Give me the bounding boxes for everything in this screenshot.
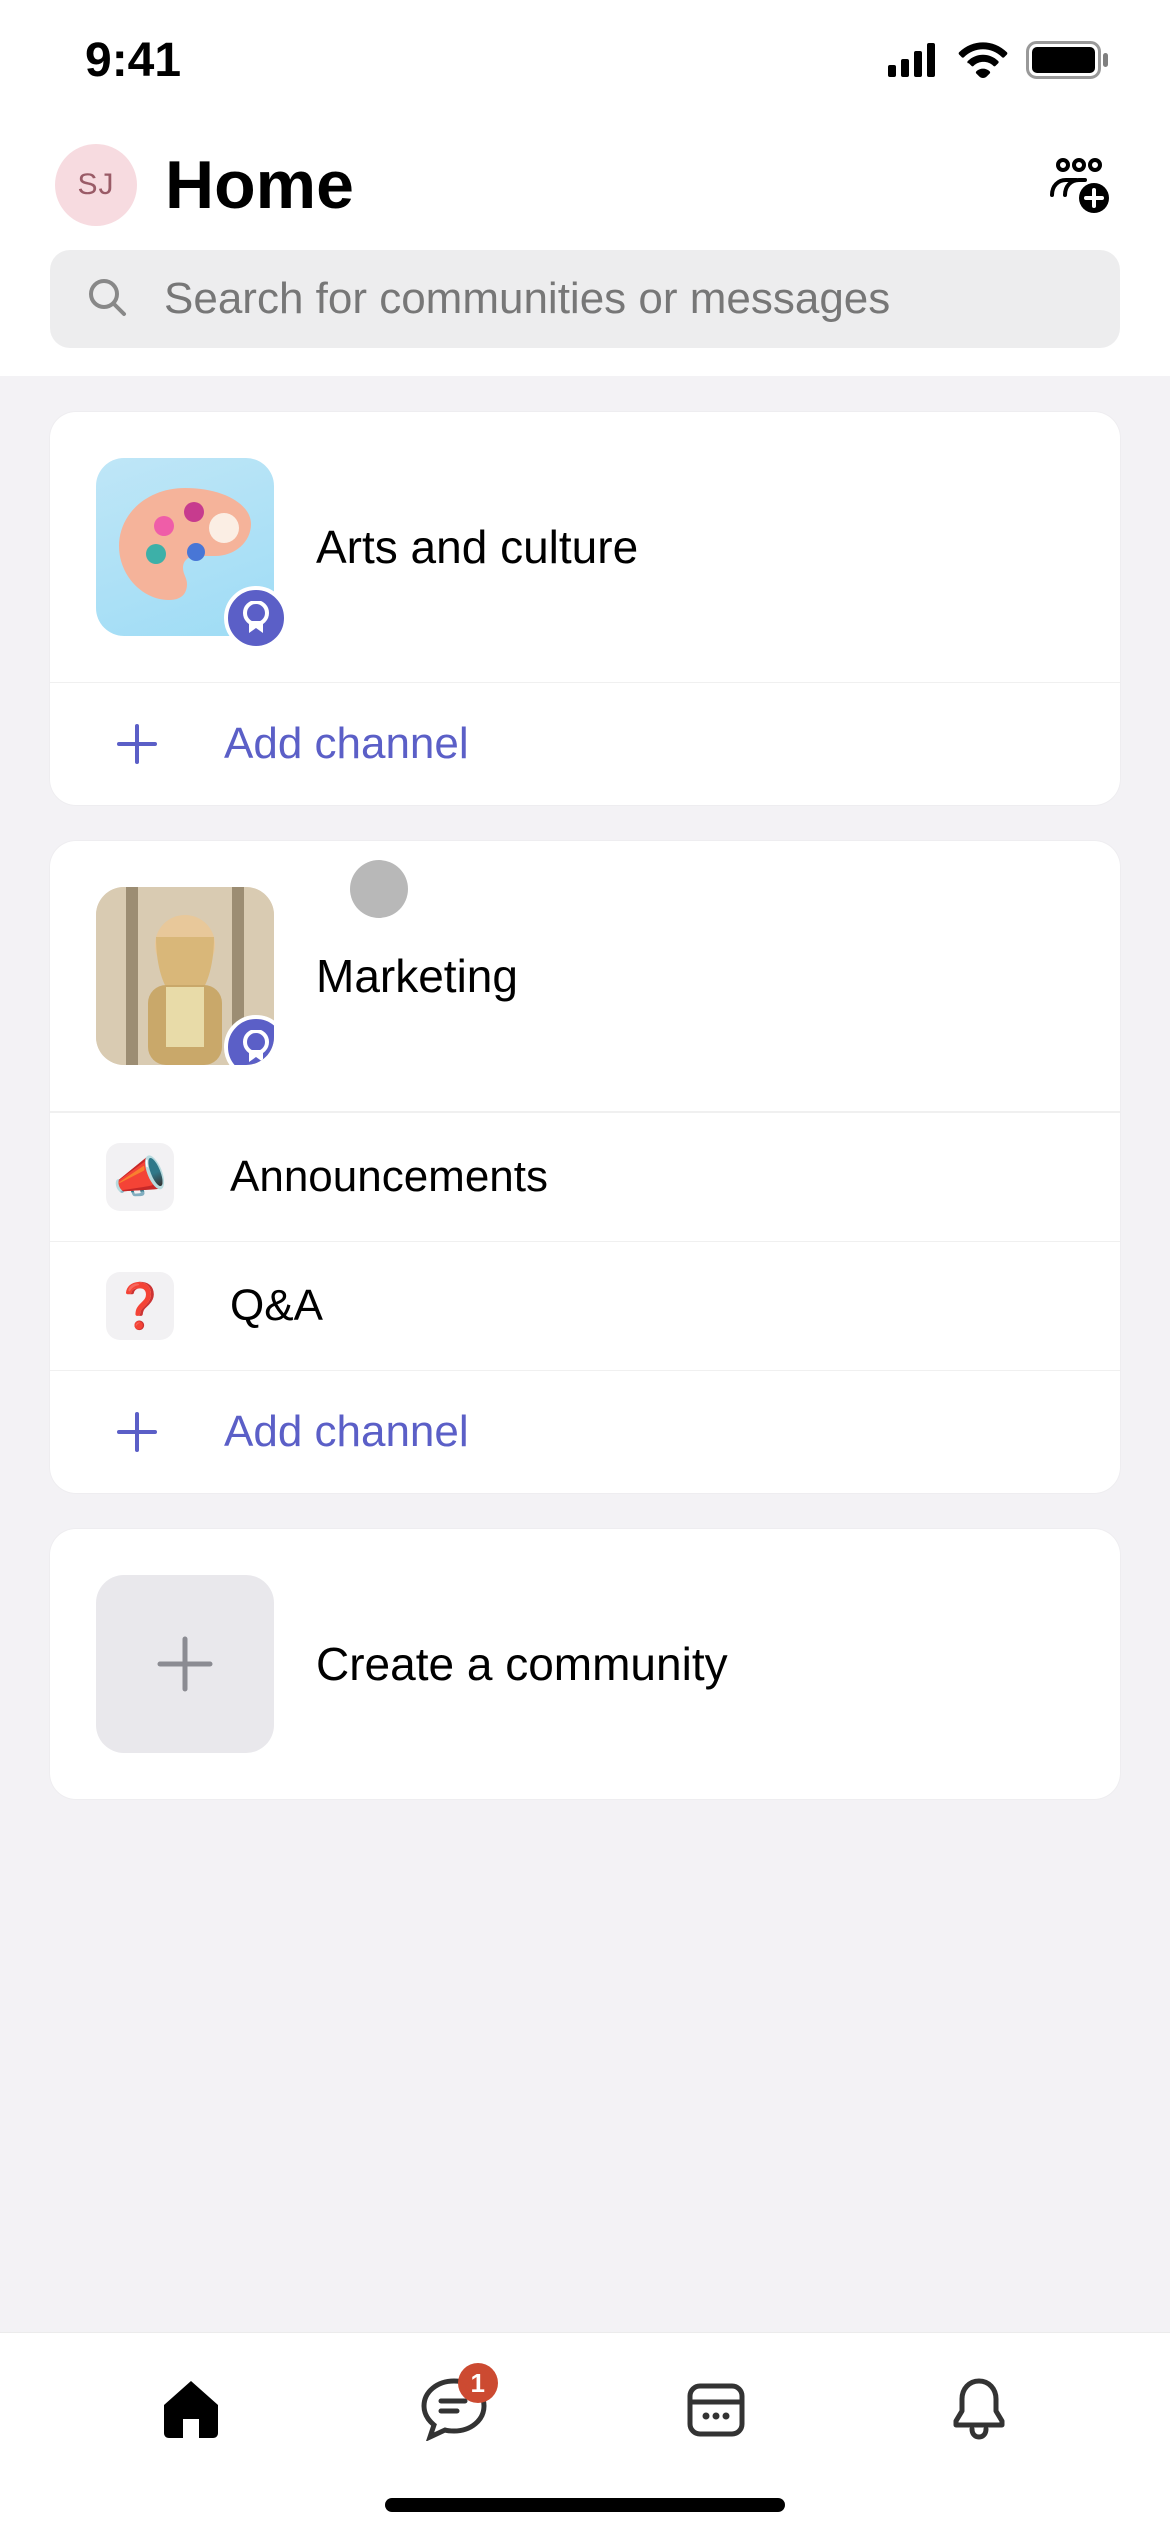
community-card-marketing: Marketing 📣 Announcements ❓ Q&A Add chan… [50,841,1120,1493]
status-time: 9:41 [85,33,181,88]
community-row-arts[interactable]: Arts and culture [50,412,1120,682]
community-title: Arts and culture [316,520,638,574]
home-indicator [385,2498,785,2512]
search-input[interactable] [164,274,1084,324]
search-container [0,250,1170,376]
user-avatar[interactable]: SJ [55,144,137,226]
new-community-icon-button[interactable] [1043,149,1115,221]
battery-icon [1026,41,1110,79]
plus-icon [150,1629,220,1699]
channel-label: Announcements [230,1152,548,1202]
question-icon: ❓ [106,1272,174,1340]
add-channel-label: Add channel [224,719,469,769]
community-card-arts: Arts and culture Add channel [50,412,1120,805]
chat-badge: 1 [458,2363,498,2403]
calendar-icon [684,2376,748,2440]
home-icon [158,2377,224,2439]
tab-home[interactable] [141,2367,241,2449]
community-avatar-arts [96,458,274,636]
add-channel-row[interactable]: Add channel [50,1370,1120,1493]
channel-row-qa[interactable]: ❓ Q&A [50,1241,1120,1370]
channel-row-announcements[interactable]: 📣 Announcements [50,1112,1120,1241]
community-avatar-marketing [96,887,274,1065]
create-community-label: Create a community [316,1637,728,1691]
add-channel-label: Add channel [224,1407,469,1457]
bell-icon [950,2375,1008,2441]
community-title: Marketing [316,949,518,1003]
search-icon [86,276,128,323]
create-community-card: Create a community [50,1529,1120,1799]
page-header: SJ Home [0,120,1170,250]
create-community-row[interactable]: Create a community [50,1529,1120,1799]
people-plus-icon [1048,156,1110,214]
channel-label: Q&A [230,1281,323,1331]
cellular-icon [888,43,940,77]
owner-badge-icon [224,586,288,650]
status-indicators [888,41,1110,79]
megaphone-icon: 📣 [106,1143,174,1211]
content-area: Arts and culture Add channel [0,376,1170,2332]
tab-activity[interactable] [929,2367,1029,2449]
tab-chat[interactable]: 1 [404,2367,504,2449]
add-channel-row[interactable]: Add channel [50,682,1120,805]
plus-icon [106,713,168,775]
tab-calendar[interactable] [666,2367,766,2449]
status-bar: 9:41 [0,0,1170,120]
wifi-icon [958,42,1008,78]
search-bar[interactable] [50,250,1120,348]
community-row-marketing[interactable]: Marketing [50,841,1120,1112]
page-title: Home [165,146,1015,224]
plus-icon [106,1401,168,1463]
create-community-tile [96,1575,274,1753]
